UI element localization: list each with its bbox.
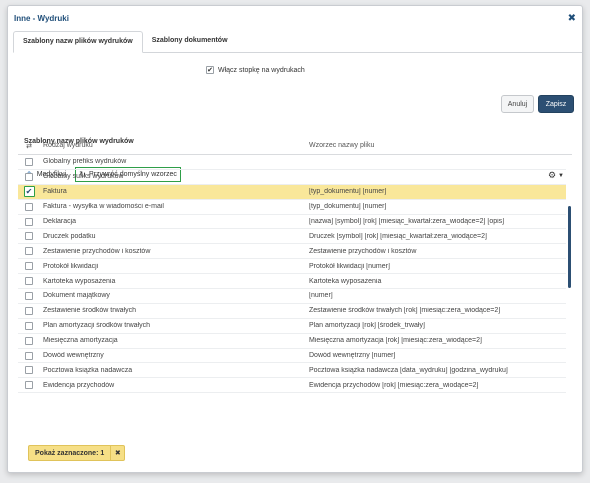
selection-badge: Pokaż zaznaczone: 1 ✖ [28, 445, 126, 461]
dialog-titlebar: Inne - Wydruki ✖ [8, 6, 582, 30]
row-checkbox-cell [18, 366, 40, 375]
column-header-pattern[interactable]: Wzorzec nazwy pliku [309, 142, 572, 149]
tab-file-name-templates[interactable]: Szablony nazw plików wydruków [13, 31, 143, 53]
clear-selection-icon[interactable]: ✖ [110, 446, 124, 460]
cell-type: Globalny sufiks wydruków [43, 173, 124, 181]
table-row[interactable]: Pocztowa książka nadawcza Pocztowa książk… [18, 363, 566, 379]
print-settings-dialog: Inne - Wydruki ✖ Szablony nazw plików wy… [7, 5, 583, 473]
footer-checkbox[interactable]: ✔ [206, 66, 214, 74]
cell-type: Zestawienie przychodów i kosztów [43, 247, 151, 255]
row-checkbox-cell [18, 262, 40, 271]
cell-pattern: [numer] [309, 292, 333, 300]
row-checkbox[interactable]: ✔ [23, 186, 35, 198]
cell-type: Pocztowa książka nadawcza [43, 366, 133, 374]
table-row[interactable]: Kartoteka wyposażenia Kartoteka wyposażen… [18, 274, 566, 290]
cell-pattern: [typ_dokumentu] [numer] [309, 203, 387, 211]
cell-type: Druczek podatku [43, 232, 96, 240]
cell-pattern: Zestawienie przychodów i kosztów [309, 247, 417, 255]
row-checkbox-cell [18, 336, 40, 345]
table-row[interactable]: Dowód wewnętrzny Dowód wewnętrzny [numer] [18, 349, 566, 364]
table-row[interactable]: Faktura - wysyłka w wiadomości e-mail [ty… [18, 200, 566, 215]
cell-pattern: [typ_dokumentu] [numer] [309, 188, 387, 196]
row-checkbox[interactable] [25, 336, 33, 345]
cell-pattern: Ewidencja przychodów [rok] [miesiąc:zera… [309, 381, 479, 389]
row-checkbox-cell [18, 277, 40, 286]
row-checkbox[interactable] [25, 291, 33, 300]
row-checkbox[interactable] [25, 351, 33, 360]
row-checkbox[interactable] [25, 157, 33, 166]
table-row[interactable]: Deklaracja [nazwa] [symbol] [rok] [miesią… [18, 215, 566, 230]
cell-type: Faktura [43, 188, 67, 196]
table-row[interactable]: Ewidencja przychodów Ewidencja przychodów… [18, 378, 566, 394]
cell-pattern: Protokół likwidacji [numer] [309, 262, 390, 270]
table-row[interactable]: Druczek podatku Druczek [symbol] [rok] [m… [18, 229, 566, 245]
row-checkbox-cell [18, 291, 40, 300]
row-checkbox-cell [18, 381, 40, 390]
row-checkbox-cell [18, 172, 40, 181]
cell-pattern: Dowód wewnętrzny [numer] [309, 352, 396, 360]
cell-pattern: Miesięczna amortyzacja [rok] [miesiąc:ze… [309, 337, 482, 345]
cell-type: Plan amortyzacji środków trwałych [43, 322, 150, 330]
row-checkbox-cell [18, 351, 40, 360]
footer-option[interactable]: ✔ Włącz stopkę na wydrukach [206, 66, 305, 74]
cell-pattern: Kartoteka wyposażenia [309, 277, 382, 285]
cell-type: Ewidencja przychodów [43, 381, 115, 389]
row-checkbox-cell: ✔ [18, 186, 40, 198]
row-checkbox-cell [18, 247, 40, 256]
row-checkbox-cell [18, 217, 40, 226]
table-row[interactable]: Miesięczna amortyzacja Miesięczna amortyz… [18, 334, 566, 349]
table-row[interactable]: Dokument majątkowy [numer] [18, 289, 566, 304]
save-button[interactable]: Zapisz [538, 95, 574, 113]
column-settings-icon[interactable]: ⇄ [18, 142, 40, 150]
row-checkbox[interactable] [25, 262, 33, 271]
row-checkbox[interactable] [25, 366, 33, 375]
cell-pattern: Druczek [symbol] [rok] [miesiąc_kwartał:… [309, 232, 487, 240]
cell-pattern: [nazwa] [symbol] [rok] [miesiąc_kwartał:… [309, 218, 505, 225]
cell-pattern: Plan amortyzacji [rok] [środek_trwały] [309, 322, 425, 330]
table-header: ⇄ Rodzaj wydruku Wzorzec nazwy pliku [18, 137, 572, 155]
row-checkbox[interactable] [25, 321, 33, 330]
cell-type: Zestawienie środków trwałych [43, 307, 136, 315]
tab-document-templates[interactable]: Szablony dokumentów [143, 31, 237, 53]
table-row[interactable]: Zestawienie przychodów i kosztów Zestawie… [18, 244, 566, 260]
cell-pattern: Pocztowa książka nadawcza [data_wydruku]… [309, 366, 508, 374]
row-checkbox-cell [18, 232, 40, 241]
row-checkbox[interactable] [25, 202, 33, 211]
row-checkbox[interactable] [25, 277, 33, 286]
table-row[interactable]: Plan amortyzacji środków trwałych Plan am… [18, 319, 566, 334]
cell-type: Globalny prefiks wydruków [43, 158, 127, 166]
table-row[interactable]: Globalny sufiks wydruków [18, 170, 566, 185]
scrollbar[interactable] [568, 206, 571, 288]
row-checkbox-cell [18, 321, 40, 330]
row-checkbox[interactable] [25, 381, 33, 390]
row-checkbox[interactable] [25, 232, 33, 241]
row-checkbox[interactable] [25, 306, 33, 315]
column-header-type[interactable]: Rodzaj wydruku [40, 142, 309, 149]
row-checkbox-cell [18, 306, 40, 315]
cell-type: Deklaracja [43, 218, 77, 225]
table-row[interactable]: Globalny prefiks wydruków [18, 155, 566, 170]
tab-bar: Szablony nazw plików wydruków Szablony d… [13, 31, 582, 53]
cell-type: Protokół likwidacji [43, 262, 99, 270]
cell-type: Dokument majątkowy [43, 292, 110, 300]
footer-checkbox-label: Włącz stopkę na wydrukach [218, 66, 305, 74]
row-checkbox[interactable] [25, 172, 33, 181]
close-icon[interactable]: ✖ [568, 13, 576, 24]
cell-type: Dowód wewnętrzny [43, 352, 104, 360]
dialog-title: Inne - Wydruki [14, 13, 69, 23]
cell-type: Faktura - wysyłka w wiadomości e-mail [43, 203, 164, 211]
table-body: Globalny prefiks wydruków Globalny sufiks… [18, 155, 566, 394]
row-checkbox[interactable] [25, 217, 33, 226]
table-row[interactable]: ✔ Faktura [typ_dokumentu] [numer] [18, 184, 566, 200]
cancel-button[interactable]: Anuluj [501, 95, 534, 113]
row-checkbox-cell [18, 202, 40, 211]
row-checkbox[interactable] [25, 247, 33, 256]
cell-pattern: Zestawienie środków trwałych [rok] [mies… [309, 307, 501, 315]
table-row[interactable]: Protokół likwidacji Protokół likwidacji [… [18, 259, 566, 275]
table-row[interactable]: Zestawienie środków trwałych Zestawienie … [18, 304, 566, 319]
row-checkbox-cell [18, 157, 40, 166]
cell-type: Miesięczna amortyzacja [43, 337, 118, 345]
show-selected-button[interactable]: Pokaż zaznaczone: 1 [29, 446, 110, 460]
cell-type: Kartoteka wyposażenia [43, 277, 116, 285]
